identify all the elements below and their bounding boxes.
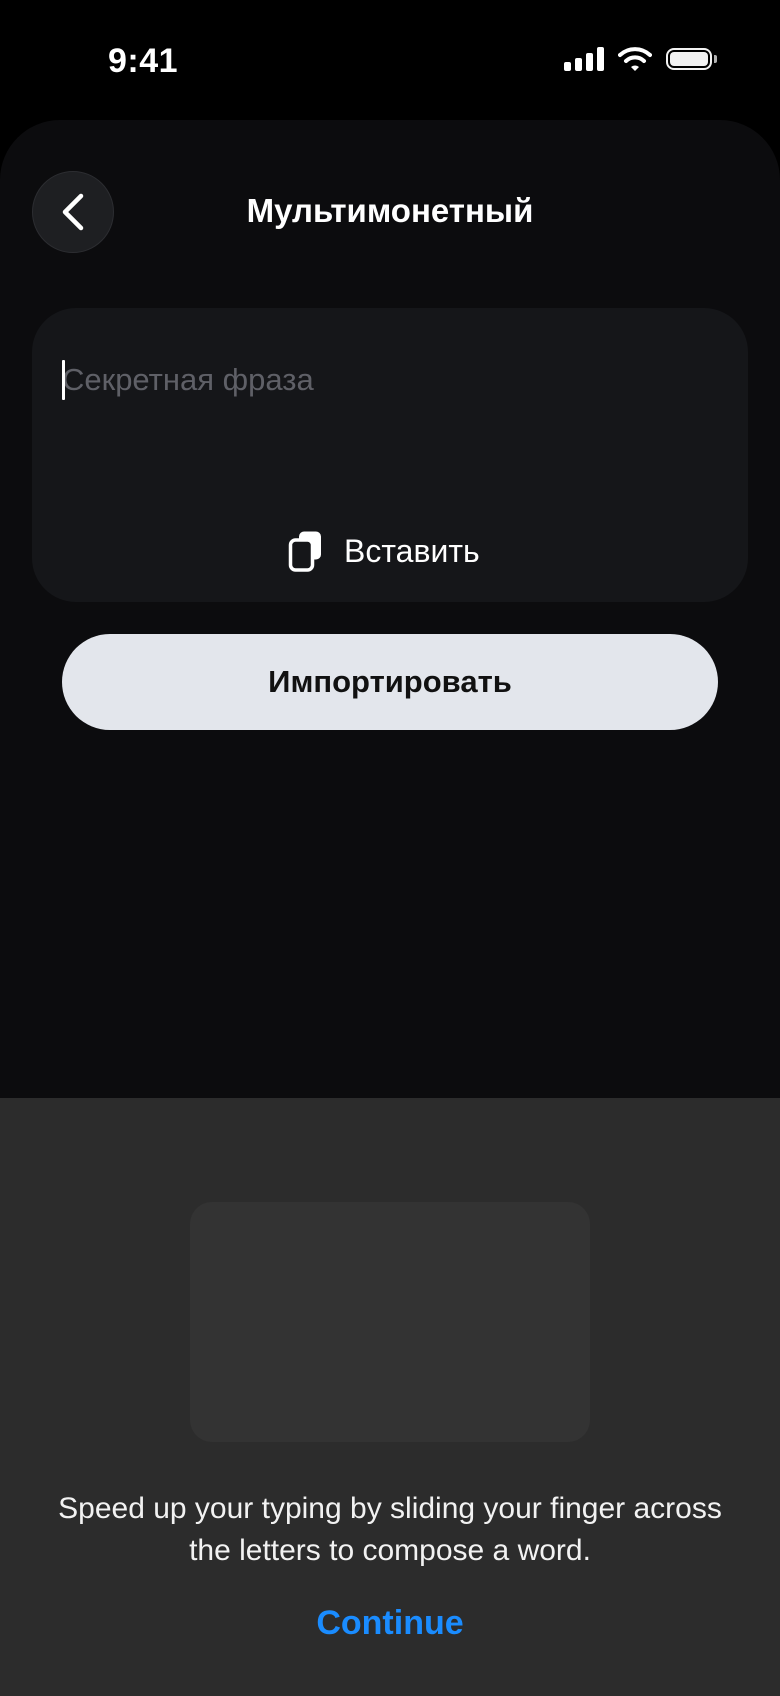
paste-label: Вставить xyxy=(344,532,480,569)
status-icons xyxy=(564,46,717,72)
cellular-signal-icon xyxy=(564,47,604,71)
text-caret xyxy=(62,360,65,400)
paste-button[interactable]: Вставить xyxy=(288,526,480,576)
clipboard-icon xyxy=(288,531,321,572)
wifi-icon xyxy=(618,47,652,71)
tip-text: Speed up your typing by sliding your fin… xyxy=(58,1492,722,1567)
battery-icon xyxy=(666,48,717,70)
keyboard-tip-panel: Speed up your typing by sliding your fin… xyxy=(0,1098,780,1696)
import-wallet-sheet xyxy=(0,120,780,1120)
import-button[interactable]: Импортировать xyxy=(62,634,718,730)
status-bar: 9:41 xyxy=(0,0,780,125)
status-time: 9:41 xyxy=(108,42,179,80)
page-title: Мультимонетный xyxy=(246,192,534,229)
continue-button[interactable]: Continue xyxy=(0,1598,780,1648)
secret-phrase-input[interactable] xyxy=(62,356,682,404)
tip-preview-image xyxy=(190,1202,590,1442)
